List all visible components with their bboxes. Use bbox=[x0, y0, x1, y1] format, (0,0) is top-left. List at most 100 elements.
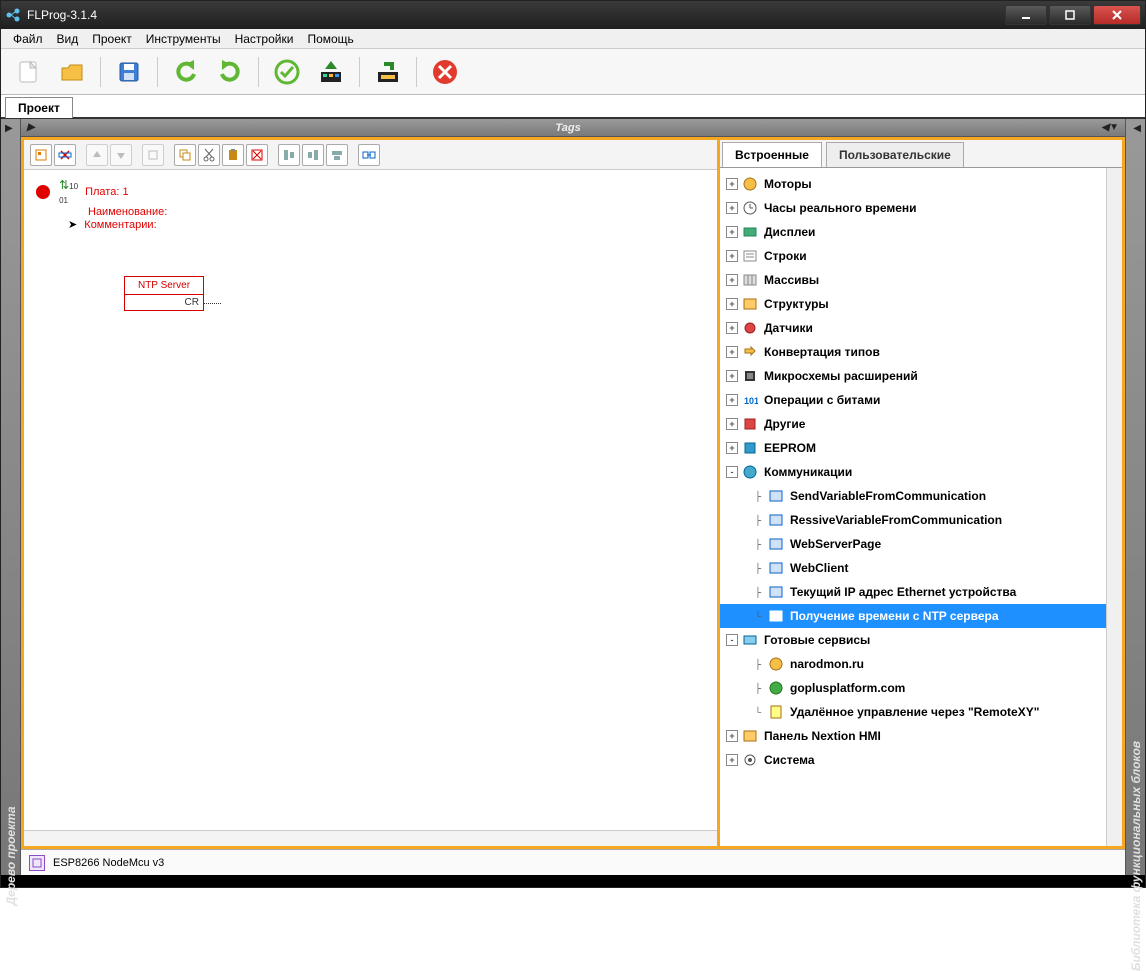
expander-icon[interactable]: - bbox=[726, 466, 738, 478]
ntp-block[interactable]: NTP Server CR bbox=[124, 276, 204, 311]
arrows-icon: ⇅1001 bbox=[59, 178, 78, 206]
tree-line: ├ bbox=[752, 538, 764, 550]
stop-button[interactable] bbox=[426, 54, 464, 90]
board-info: ⇅1001 Плата: 1 Наименование: ➤ Комментар… bbox=[36, 178, 167, 231]
tree-child-12-2[interactable]: ├WebServerPage bbox=[720, 532, 1106, 556]
tree-node-6[interactable]: +Датчики bbox=[720, 316, 1106, 340]
tree-node-13[interactable]: -Готовые сервисы bbox=[720, 628, 1106, 652]
toolbar-separator bbox=[359, 57, 360, 87]
tree-node-10[interactable]: +Другие bbox=[720, 412, 1106, 436]
expander-icon[interactable]: + bbox=[726, 346, 738, 358]
menu-tools[interactable]: Инструменты bbox=[140, 30, 227, 48]
tree-child-13-0[interactable]: ├narodmon.ru bbox=[720, 652, 1106, 676]
tree-node-0[interactable]: +Моторы bbox=[720, 172, 1106, 196]
ct-delete[interactable] bbox=[246, 144, 268, 166]
tree-child-13-2[interactable]: └Удалённое управление через "RemoteXY" bbox=[720, 700, 1106, 724]
tab-user[interactable]: Пользовательские bbox=[826, 142, 964, 167]
minimize-button[interactable] bbox=[1005, 5, 1047, 25]
ct-align-2[interactable] bbox=[302, 144, 324, 166]
menu-file[interactable]: Файл bbox=[7, 30, 49, 48]
ct-move-up[interactable] bbox=[86, 144, 108, 166]
menu-help[interactable]: Помощь bbox=[301, 30, 359, 48]
expander-icon[interactable]: + bbox=[726, 202, 738, 214]
tree-line: ├ bbox=[752, 562, 764, 574]
ct-paste[interactable] bbox=[222, 144, 244, 166]
expander-icon[interactable]: + bbox=[726, 418, 738, 430]
redo-button[interactable] bbox=[211, 54, 249, 90]
expander-icon[interactable]: + bbox=[726, 274, 738, 286]
project-tab[interactable]: Проект bbox=[5, 97, 73, 118]
library-tree[interactable]: +Моторы+Часы реального времени+Дисплеи+С… bbox=[720, 168, 1106, 846]
tags-label: Tags bbox=[555, 122, 580, 134]
expander-icon[interactable]: + bbox=[726, 226, 738, 238]
new-file-button[interactable] bbox=[9, 54, 47, 90]
canvas[interactable]: ⇅1001 Плата: 1 Наименование: ➤ Комментар… bbox=[24, 170, 717, 830]
left-collapsed-sidebar[interactable]: ▶ Дерево проекта bbox=[1, 119, 21, 875]
app-icon bbox=[5, 7, 21, 23]
ct-copy-sheet[interactable] bbox=[142, 144, 164, 166]
ct-move-down[interactable] bbox=[110, 144, 132, 166]
tree-node-11[interactable]: +EEPROM bbox=[720, 436, 1106, 460]
expander-icon[interactable]: + bbox=[726, 298, 738, 310]
expander-icon[interactable]: + bbox=[726, 250, 738, 262]
horizontal-scrollbar[interactable] bbox=[24, 830, 717, 846]
ct-cut[interactable] bbox=[198, 144, 220, 166]
close-button[interactable] bbox=[1093, 5, 1141, 25]
tree-label: Операции с битами bbox=[764, 393, 880, 407]
tree-node-7[interactable]: +Конвертация типов bbox=[720, 340, 1106, 364]
save-button[interactable] bbox=[110, 54, 148, 90]
tree-label: Удалённое управление через "RemoteXY" bbox=[790, 705, 1039, 719]
tree-label: Массивы bbox=[764, 273, 819, 287]
ct-copy[interactable] bbox=[174, 144, 196, 166]
undo-button[interactable] bbox=[167, 54, 205, 90]
tree-node-9[interactable]: +101Операции с битами bbox=[720, 388, 1106, 412]
tree-line: ├ bbox=[752, 514, 764, 526]
tree-node-12[interactable]: -Коммуникации bbox=[720, 460, 1106, 484]
tree-child-12-3[interactable]: ├WebClient bbox=[720, 556, 1106, 580]
canvas-toolbar bbox=[24, 140, 717, 170]
ct-btn-2[interactable] bbox=[54, 144, 76, 166]
tree-node-14[interactable]: +Панель Nextion HMI bbox=[720, 724, 1106, 748]
export-button[interactable] bbox=[369, 54, 407, 90]
triangle-icon: ◀ bbox=[1133, 123, 1141, 134]
toolbar-separator bbox=[416, 57, 417, 87]
tab-builtin[interactable]: Встроенные bbox=[722, 142, 822, 167]
open-file-button[interactable] bbox=[53, 54, 91, 90]
tree-child-12-0[interactable]: ├SendVariableFromCommunication bbox=[720, 484, 1106, 508]
tree-node-4[interactable]: + Массивы bbox=[720, 268, 1106, 292]
tags-bar[interactable]: ▶ Tags ◀▼ bbox=[21, 119, 1125, 137]
expander-icon[interactable]: + bbox=[726, 442, 738, 454]
block-title: NTP Server bbox=[125, 277, 203, 295]
tree-node-2[interactable]: +Дисплеи bbox=[720, 220, 1106, 244]
expander-icon[interactable]: - bbox=[726, 634, 738, 646]
ct-align-3[interactable] bbox=[326, 144, 348, 166]
expander-icon[interactable]: + bbox=[726, 178, 738, 190]
tree-child-13-1[interactable]: ├goplusplatform.com bbox=[720, 676, 1106, 700]
expander-icon[interactable]: + bbox=[726, 394, 738, 406]
verify-button[interactable] bbox=[268, 54, 306, 90]
maximize-button[interactable] bbox=[1049, 5, 1091, 25]
expander-icon[interactable]: + bbox=[726, 730, 738, 742]
menu-view[interactable]: Вид bbox=[51, 30, 85, 48]
tree-line: ├ bbox=[752, 490, 764, 502]
ct-align-1[interactable] bbox=[278, 144, 300, 166]
tree-node-8[interactable]: +Микросхемы расширений bbox=[720, 364, 1106, 388]
ct-link[interactable] bbox=[358, 144, 380, 166]
ct-btn-1[interactable] bbox=[30, 144, 52, 166]
vertical-scrollbar[interactable] bbox=[1106, 168, 1122, 846]
expander-icon[interactable]: + bbox=[726, 370, 738, 382]
right-collapsed-sidebar[interactable]: ◀ Библиотека функциональных блоков bbox=[1125, 119, 1145, 875]
tree-child-12-1[interactable]: ├RessiveVariableFromCommunication bbox=[720, 508, 1106, 532]
expander-icon[interactable]: + bbox=[726, 754, 738, 766]
menu-project[interactable]: Проект bbox=[86, 30, 138, 48]
tree-node-1[interactable]: +Часы реального времени bbox=[720, 196, 1106, 220]
tree-node-5[interactable]: +Структуры bbox=[720, 292, 1106, 316]
tree-node-3[interactable]: +Строки bbox=[720, 244, 1106, 268]
expander-icon[interactable]: + bbox=[726, 322, 738, 334]
upload-button[interactable] bbox=[312, 54, 350, 90]
tree-node-15[interactable]: +Система bbox=[720, 748, 1106, 772]
tree-child-12-5[interactable]: └Получение времени с NTP сервера bbox=[720, 604, 1106, 628]
tree-child-12-4[interactable]: ├Текущий IP адрес Ethernet устройства bbox=[720, 580, 1106, 604]
menu-settings[interactable]: Настройки bbox=[229, 30, 300, 48]
triangle-left-icon: ▶ bbox=[27, 122, 35, 133]
